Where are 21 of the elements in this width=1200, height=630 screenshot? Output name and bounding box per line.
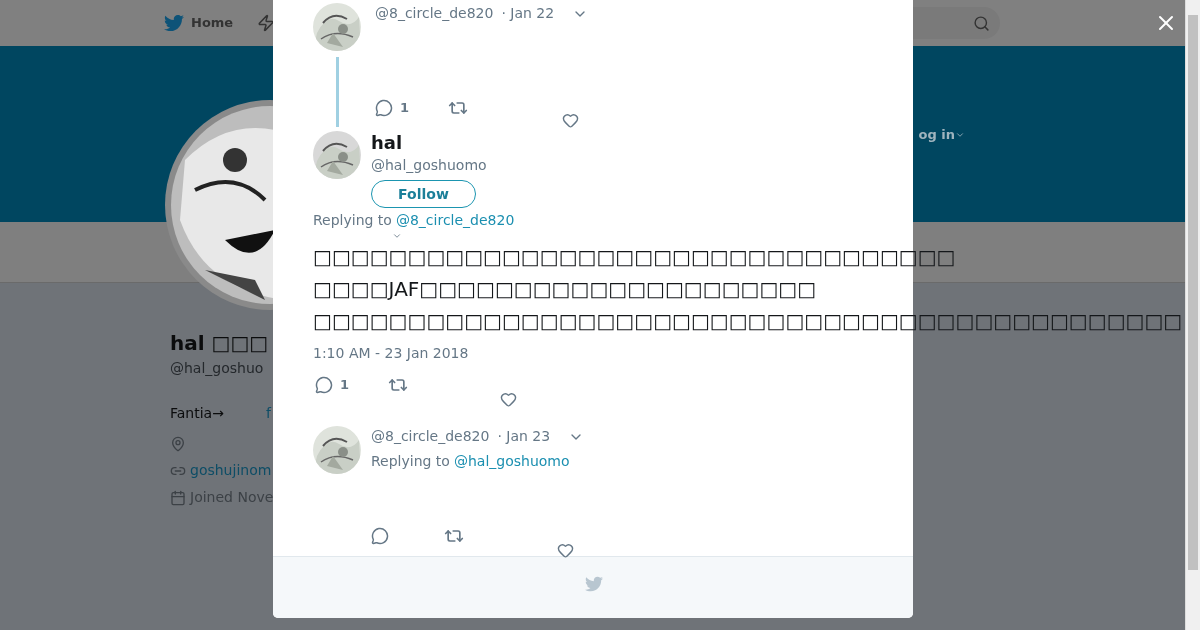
website-link[interactable]: goshujinom	[190, 460, 272, 481]
reply-count: 1	[340, 376, 351, 395]
home-link[interactable]: Home	[191, 13, 234, 33]
author-handle: @hal_goshuomo	[371, 156, 487, 175]
bio-text: Fantia→	[170, 404, 224, 423]
profile-handle: @hal_goshuo	[170, 359, 264, 378]
reply-count: 1	[400, 99, 411, 118]
tweet-time: · Jan 22	[501, 4, 555, 23]
tweet-handle: @8_circle_de820	[375, 4, 494, 23]
profile-name: hal □□□	[170, 330, 269, 357]
mention-link[interactable]: @8_circle_de820	[395, 210, 515, 231]
bio-link[interactable]: f	[265, 403, 271, 424]
tweet-handle: @8_circle_de820	[371, 427, 490, 446]
tweet-text: □□□□□□□□□□□□□□□□□□□□□□□□□□□□□□□□□□	[313, 244, 956, 271]
mention-link[interactable]: @hal_goshuomo	[453, 451, 570, 472]
author-name: hal	[371, 131, 404, 155]
login-link[interactable]: og in	[918, 47, 965, 222]
tweet-text: □□□□JAF□□□□□□□□□□□□□□□□□□□□□	[313, 276, 817, 303]
tweet-timestamp: 1:10 AM - 23 Jan 2018	[312, 344, 470, 363]
tweet-time: · Jan 23	[497, 427, 551, 446]
replying-label: Replying to	[371, 452, 450, 471]
